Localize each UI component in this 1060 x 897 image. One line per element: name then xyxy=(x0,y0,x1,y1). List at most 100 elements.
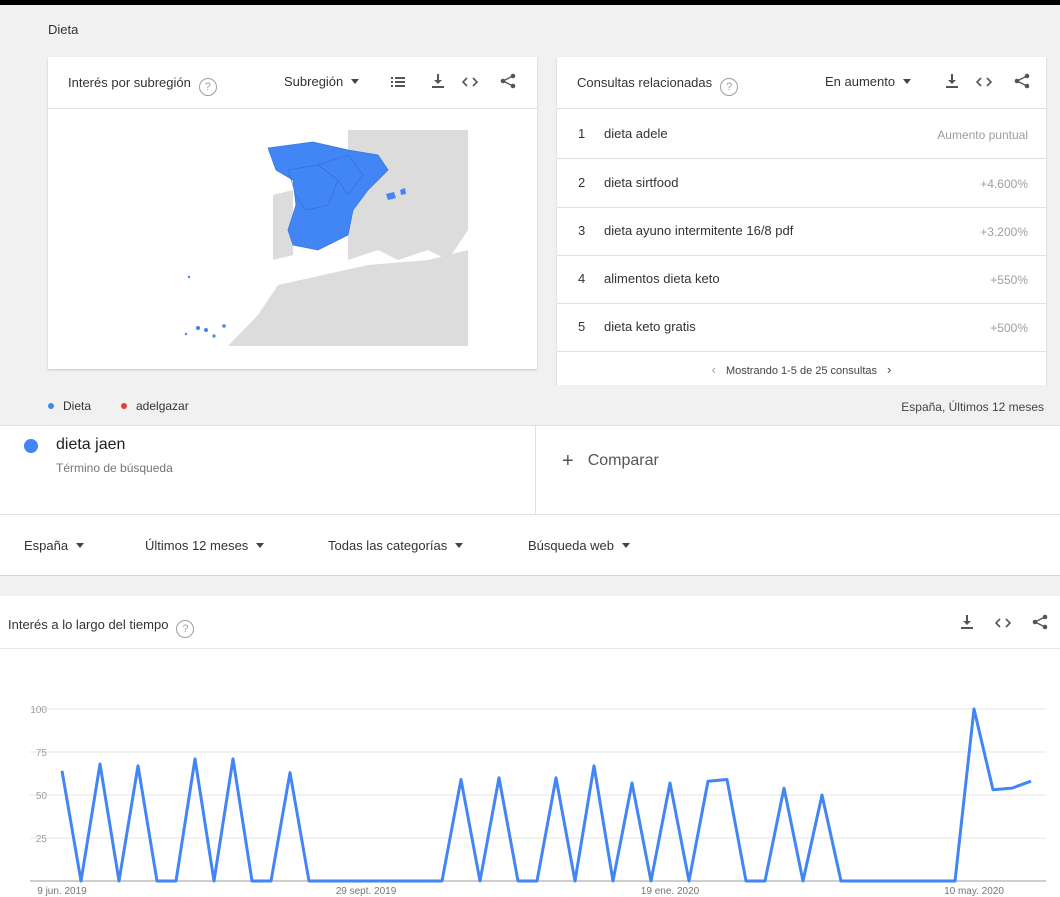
data-point[interactable] xyxy=(534,878,540,884)
data-point[interactable] xyxy=(363,878,369,884)
data-point[interactable] xyxy=(933,878,939,884)
data-point[interactable] xyxy=(876,878,882,884)
data-point[interactable] xyxy=(629,780,635,786)
data-point[interactable] xyxy=(154,878,160,884)
share-icon[interactable] xyxy=(1012,73,1032,93)
data-point[interactable] xyxy=(344,878,350,884)
embed-icon[interactable] xyxy=(993,614,1013,634)
map-canary[interactable] xyxy=(196,326,200,330)
data-point[interactable] xyxy=(952,878,958,884)
map-canary-4[interactable] xyxy=(222,324,226,328)
data-point[interactable] xyxy=(401,878,407,884)
data-point[interactable] xyxy=(686,878,692,884)
data-point[interactable] xyxy=(477,878,483,884)
map-canary-2[interactable] xyxy=(204,328,208,332)
data-point[interactable] xyxy=(192,756,198,762)
help-icon[interactable]: ? xyxy=(720,78,739,96)
data-point[interactable] xyxy=(572,878,578,884)
data-point[interactable] xyxy=(249,878,255,884)
filter-category[interactable]: Todas las categorías xyxy=(328,538,464,553)
query-row[interactable]: 5 dieta keto gratis +500% xyxy=(557,304,1046,352)
data-point[interactable] xyxy=(743,878,749,884)
related-title-text: Consultas relacionadas xyxy=(577,75,713,90)
data-point[interactable] xyxy=(97,761,103,767)
help-icon[interactable]: ? xyxy=(176,620,195,638)
data-point[interactable] xyxy=(1009,785,1015,791)
data-point[interactable] xyxy=(382,878,388,884)
data-point[interactable] xyxy=(990,787,996,793)
filter-period-label: Últimos 12 meses xyxy=(145,538,249,553)
data-point[interactable] xyxy=(857,878,863,884)
data-point[interactable] xyxy=(667,780,673,786)
data-point[interactable] xyxy=(230,756,236,762)
data-point[interactable] xyxy=(648,878,654,884)
data-point[interactable] xyxy=(781,785,787,791)
query-row[interactable]: 4 alimentos dieta keto +550% xyxy=(557,256,1046,304)
filter-country[interactable]: España xyxy=(24,538,85,553)
subregion-dropdown[interactable]: Subregión xyxy=(284,74,360,89)
data-point[interactable] xyxy=(420,878,426,884)
data-point[interactable] xyxy=(59,768,65,774)
land-africa xyxy=(228,250,468,346)
query-text: alimentos dieta keto xyxy=(604,271,720,286)
map-canary-3[interactable] xyxy=(212,334,216,338)
data-point[interactable] xyxy=(610,878,616,884)
related-dropdown[interactable]: En aumento xyxy=(825,74,912,89)
download-icon[interactable] xyxy=(957,614,977,634)
data-point[interactable] xyxy=(819,792,825,798)
data-point[interactable] xyxy=(439,878,445,884)
search-term-card[interactable]: dieta jaen Término de búsqueda xyxy=(0,426,536,514)
data-point[interactable] xyxy=(515,878,521,884)
data-point[interactable] xyxy=(591,763,597,769)
data-point[interactable] xyxy=(173,878,179,884)
data-point[interactable] xyxy=(1028,778,1034,784)
data-point[interactable] xyxy=(78,878,84,884)
term-name[interactable]: dieta jaen xyxy=(56,436,125,454)
list-icon[interactable] xyxy=(388,73,408,93)
data-point[interactable] xyxy=(553,775,559,781)
chevron-left-icon[interactable]: ‹ xyxy=(712,362,716,377)
legend-item-adelgazar[interactable]: adelgazar xyxy=(121,399,189,413)
data-point[interactable] xyxy=(838,878,844,884)
data-point[interactable] xyxy=(800,878,806,884)
help-icon[interactable]: ? xyxy=(198,78,217,96)
embed-icon[interactable] xyxy=(974,73,994,93)
caret-down-icon xyxy=(455,543,464,548)
share-icon[interactable] xyxy=(498,73,518,93)
data-point[interactable] xyxy=(458,777,464,783)
data-point[interactable] xyxy=(496,775,502,781)
query-row[interactable]: 2 dieta sirtfood +4.600% xyxy=(557,160,1046,208)
data-point[interactable] xyxy=(116,878,122,884)
query-row[interactable]: 3 dieta ayuno intermitente 16/8 pdf +3.2… xyxy=(557,208,1046,256)
subregion-map[interactable] xyxy=(48,110,537,369)
data-point[interactable] xyxy=(914,878,920,884)
caret-down-icon xyxy=(622,543,631,548)
map-canary-6[interactable] xyxy=(187,275,191,279)
data-point[interactable] xyxy=(724,777,730,783)
data-point[interactable] xyxy=(971,706,977,712)
data-point[interactable] xyxy=(135,763,141,769)
legend-item-dieta[interactable]: Dieta xyxy=(48,399,91,413)
data-point[interactable] xyxy=(895,878,901,884)
query-rank: 2 xyxy=(578,175,586,190)
download-icon[interactable] xyxy=(428,73,448,93)
data-point[interactable] xyxy=(287,770,293,776)
data-point[interactable] xyxy=(306,878,312,884)
compare-button[interactable]: + Comparar xyxy=(562,450,659,473)
data-point[interactable] xyxy=(325,878,331,884)
map-canary-5[interactable] xyxy=(184,332,188,336)
download-icon[interactable] xyxy=(942,73,962,93)
chevron-right-icon[interactable]: › xyxy=(887,362,891,377)
share-icon[interactable] xyxy=(1030,614,1050,634)
embed-icon[interactable] xyxy=(460,73,480,93)
interest-over-time-chart[interactable]: 25 50 75 100 9 jun. 2019 29 sept. 2019 19 ene.… xyxy=(0,690,1060,897)
data-point[interactable] xyxy=(211,878,217,884)
data-point[interactable] xyxy=(268,878,274,884)
related-queries-card: Consultas relacionadas? En aumento 1 die… xyxy=(557,57,1046,390)
filter-period[interactable]: Últimos 12 meses xyxy=(145,538,265,553)
data-point[interactable] xyxy=(762,878,768,884)
filter-search-type[interactable]: Búsqueda web xyxy=(528,538,631,553)
query-row[interactable]: 1 dieta adele Aumento puntual xyxy=(557,111,1046,159)
query-rank: 5 xyxy=(578,319,586,334)
data-point[interactable] xyxy=(705,778,711,784)
